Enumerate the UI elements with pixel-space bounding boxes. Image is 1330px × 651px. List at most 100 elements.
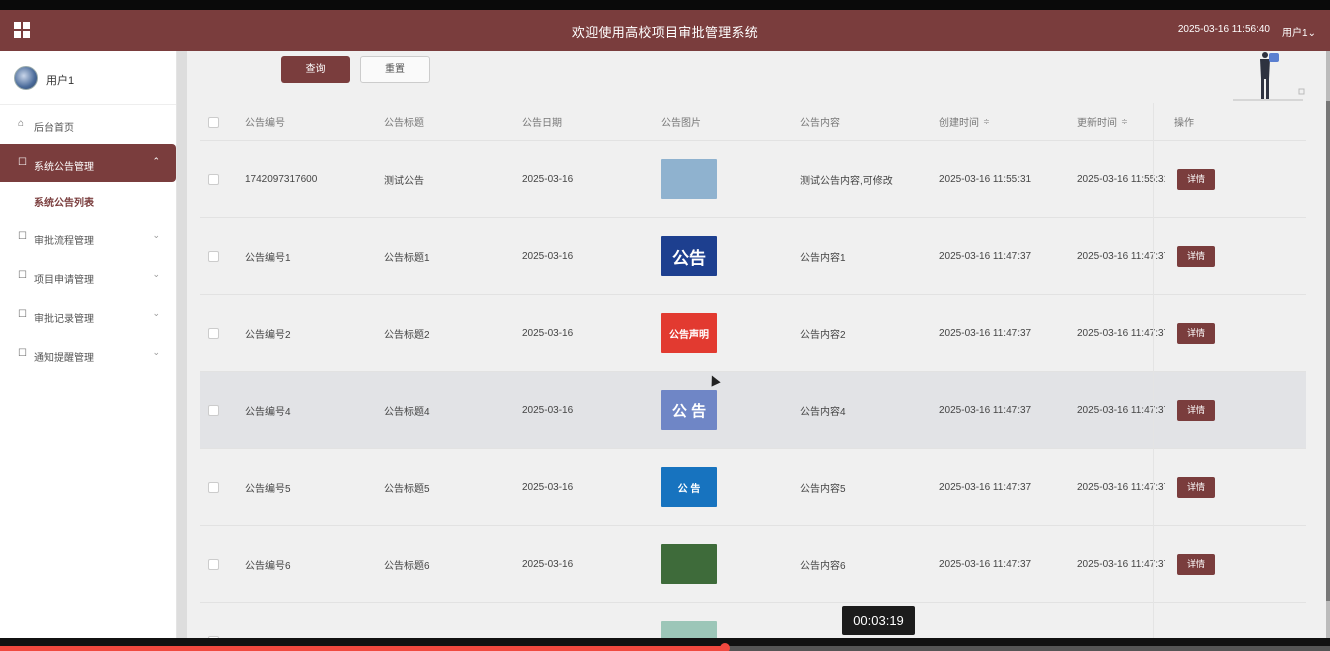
table-row[interactable]: 公告编号1 公告标题1 2025-03-16 公告内容1 2025-03-16 11:4… <box>200 218 1306 295</box>
user-menu[interactable]: 用户1⌄ <box>1282 24 1316 39</box>
row-checkbox[interactable] <box>208 251 219 262</box>
cell-title: 公告标题4 <box>384 406 430 418</box>
sidebar-item-project-apply[interactable]: ☐ 项目申请管理 ⌄ <box>0 257 176 296</box>
cell-content: 公告内容1 <box>800 252 846 264</box>
user-menu-label: 用户1 <box>1282 28 1308 39</box>
sidebar-item-approval-flow[interactable]: ☐ 审批流程管理 ⌄ <box>0 218 176 257</box>
sidebar-item-label: 审批流程管理 <box>34 236 94 247</box>
query-button[interactable]: 查询 <box>281 56 350 83</box>
cell-image: 公 告 <box>661 449 717 525</box>
cell-number: 公告编号4 <box>245 406 291 418</box>
video-progress-fill <box>0 646 725 651</box>
cell-content: 公告内容2 <box>800 329 846 341</box>
sidebar-scrollbar[interactable] <box>177 51 187 641</box>
table-row[interactable]: 公告编号2 公告标题2 2025-03-16 公告内容2 2025-03-16 11:4… <box>200 295 1306 372</box>
sidebar-user-name: 用户1 <box>46 75 75 87</box>
cell-created: 2025-03-16 11:47:37 <box>939 404 1032 416</box>
edit-doc-icon: ☐ <box>18 270 27 281</box>
row-checkbox[interactable] <box>208 559 219 570</box>
cell-content: 公告内容6 <box>800 560 846 572</box>
announcement-thumbnail[interactable] <box>661 159 717 199</box>
table-row[interactable]: 1742097317600 测试公告 2025-03-16 测试公告内容,可修改 202… <box>200 141 1306 218</box>
row-checkbox[interactable] <box>208 482 219 493</box>
sidebar-item-notifications[interactable]: ☐ 通知提醒管理 ⌄ <box>0 335 176 374</box>
header-title: 公告标题 <box>384 118 424 129</box>
cell-title: 公告标题1 <box>384 252 430 264</box>
cell-date: 2025-03-16 <box>522 173 574 185</box>
page-scrollbar[interactable] <box>1326 51 1330 641</box>
sort-icon[interactable]: ≑ <box>1121 117 1128 126</box>
home-icon: ⌂ <box>18 118 25 129</box>
person-illustration <box>1233 52 1305 101</box>
row-checkbox[interactable] <box>208 174 219 185</box>
sidebar-item-label: 通知提醒管理 <box>34 353 94 364</box>
chevron-down-icon: ⌄ <box>152 269 160 279</box>
row-checkbox[interactable] <box>208 405 219 416</box>
cell-updated: 2025-03-16 11:47:37 <box>1077 404 1165 416</box>
cell-number: 公告编号5 <box>245 483 291 495</box>
sidebar-subitem-announcement-list[interactable]: 系统公告列表 <box>0 182 176 218</box>
table-row[interactable]: 公告编号4 公告标题4 2025-03-16 公告内容4 2025-03-16 11:4… <box>200 372 1306 449</box>
header-date: 公告日期 <box>522 118 562 129</box>
announcement-thumbnail[interactable]: 公 告 <box>661 390 717 430</box>
fixed-ops-column <box>1153 103 1293 641</box>
header-updated-label: 更新时间 <box>1077 118 1117 129</box>
cell-updated <box>1077 603 1165 641</box>
cell-date: 2025-03-16 <box>522 558 574 570</box>
announcement-thumbnail[interactable]: 公 告 <box>661 467 717 507</box>
table-row[interactable]: 公告编号6 公告标题6 2025-03-16 公告内容6 2025-03-16 11:4… <box>200 526 1306 603</box>
table-row[interactable] <box>200 603 1306 641</box>
avatar <box>14 66 38 90</box>
cell-title: 公告标题2 <box>384 329 430 341</box>
video-progress-bar[interactable] <box>0 643 1330 651</box>
app-title: 欢迎使用高校项目审批管理系统 <box>571 25 759 40</box>
cell-updated: 2025-03-16 11:47:37 <box>1077 250 1165 262</box>
cell-content: 公告内容5 <box>800 483 846 495</box>
video-timestamp: 00:03:19 <box>842 606 915 635</box>
cell-updated: 2025-03-16 11:47:37 <box>1077 558 1165 570</box>
sidebar-item-approval-records[interactable]: ☐ 审批记录管理 ⌄ <box>0 296 176 335</box>
sort-icon[interactable]: ≑ <box>983 117 990 126</box>
main-content: 查询 重置 公告编号 公告标题 公告日期 公告图片 公告内容 创建时间 ≑ 更新时… <box>187 51 1330 641</box>
select-all-checkbox[interactable] <box>208 116 219 128</box>
edit-doc-icon: ☐ <box>18 309 27 320</box>
sidebar-item-label: 项目申请管理 <box>34 275 94 286</box>
edit-doc-icon: ☐ <box>18 231 27 242</box>
cell-created: 2025-03-16 11:47:37 <box>939 558 1032 570</box>
cell-image: 公告声明 <box>661 295 717 371</box>
announcement-thumbnail[interactable] <box>661 544 717 584</box>
cell-created: 2025-03-16 11:47:37 <box>939 481 1032 493</box>
header-created[interactable]: 创建时间 ≑ <box>939 103 990 140</box>
announcement-thumbnail[interactable]: 公告声明 <box>661 313 717 353</box>
cell-content: 公告内容4 <box>800 406 846 418</box>
cell-number: 1742097317600 <box>245 173 318 185</box>
sidebar: 用户1 ⌂ 后台首页 ☐ 系统公告管理 ⌃ 系统公告列表 ☐ 审批流程管理 ⌄ … <box>0 51 177 641</box>
page-scrollbar-thumb[interactable] <box>1326 101 1330 601</box>
table-row[interactable]: 公告编号5 公告标题5 2025-03-16 公告内容5 2025-03-16 11:4… <box>200 449 1306 526</box>
chevron-down-icon: ⌄ <box>1307 28 1316 39</box>
cell-image <box>661 141 717 217</box>
top-letterbox <box>0 0 1330 10</box>
announcement-thumbnail[interactable]: 公告 <box>661 236 717 276</box>
reset-button[interactable]: 重置 <box>360 56 430 83</box>
sidebar-item-label: 后台首页 <box>34 123 74 134</box>
header-datetime: 2025-03-16 11:56:40 <box>1177 24 1270 35</box>
edit-doc-icon: ☐ <box>18 157 27 168</box>
chevron-down-icon: ⌄ <box>152 347 160 357</box>
header-created-label: 创建时间 <box>939 118 979 129</box>
row-checkbox[interactable] <box>208 328 219 339</box>
cell-title: 测试公告 <box>384 175 424 187</box>
header-image: 公告图片 <box>661 118 701 129</box>
chevron-down-icon: ⌄ <box>152 230 160 240</box>
cell-date: 2025-03-16 <box>522 250 574 262</box>
header-updated[interactable]: 更新时间 ≑ <box>1077 103 1128 140</box>
sidebar-subitem-label: 系统公告列表 <box>34 198 94 209</box>
edit-doc-icon: ☐ <box>18 348 27 359</box>
sidebar-item-announcements[interactable]: ☐ 系统公告管理 ⌃ <box>0 144 176 182</box>
cell-date: 2025-03-16 <box>522 404 574 416</box>
cell-image: 公告 <box>661 218 717 294</box>
sidebar-item-home[interactable]: ⌂ 后台首页 <box>0 105 176 144</box>
cell-number: 公告编号2 <box>245 329 291 341</box>
video-progress-handle[interactable] <box>719 643 730 651</box>
table-header-row: 公告编号 公告标题 公告日期 公告图片 公告内容 创建时间 ≑ 更新时间 ≑ 操作 <box>200 103 1306 141</box>
